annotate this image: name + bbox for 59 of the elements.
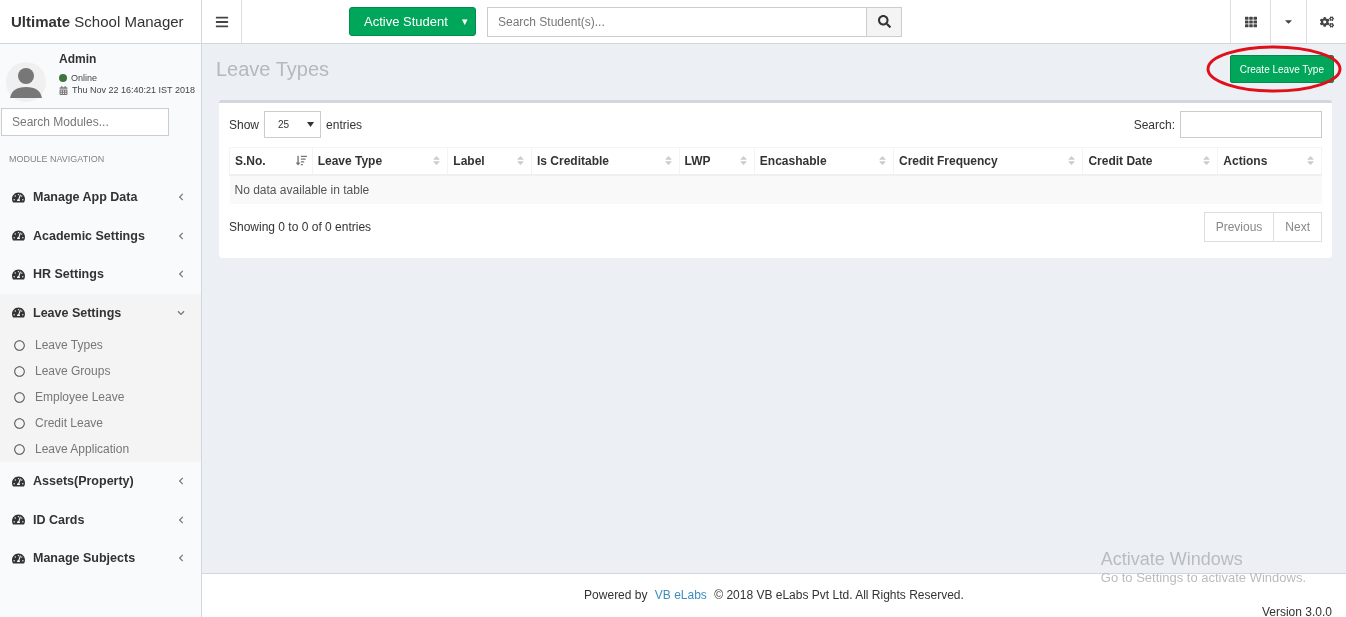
entries-label: entries — [326, 117, 363, 132]
footer-text: Powered by VB eLabs © 2018 VB eLabs Pvt Ltd. All Rights Reserved. — [584, 588, 964, 602]
chevron-icon — [177, 515, 185, 524]
column-header[interactable]: Actions — [1217, 147, 1322, 175]
chevron-icon — [177, 308, 185, 317]
dashboard-icon — [12, 513, 25, 527]
nav-subitem[interactable]: Leave Groups — [0, 358, 201, 384]
nav-item[interactable]: ID Cards — [0, 500, 201, 539]
dashboard-icon — [12, 190, 25, 204]
search-icon[interactable] — [867, 6, 902, 37]
chevron-icon — [177, 554, 185, 563]
nav-subitem[interactable]: Employee Leave — [0, 384, 201, 410]
nav-subitem[interactable]: Leave Application — [0, 436, 201, 462]
nav-item[interactable]: Assets(Property) — [0, 462, 201, 501]
dashboard-icon — [12, 267, 25, 281]
empty-message: No data available in table — [229, 174, 1322, 204]
nav-subitem[interactable]: Leave Types — [0, 332, 201, 358]
column-header[interactable]: Credit Frequency — [893, 147, 1083, 175]
calendar-icon — [59, 85, 68, 95]
module-search-field[interactable]: Search Modules... — [1, 108, 169, 136]
caret-icon — [307, 122, 315, 127]
dashboard-icon — [12, 551, 25, 565]
nav-item[interactable]: Academic Settings — [0, 216, 201, 255]
table-search-field[interactable] — [1180, 111, 1322, 138]
search-label: Search: — [1133, 117, 1175, 132]
nav-subitem[interactable]: Credit Leave — [0, 410, 201, 436]
date-time: Thu Nov 22 16:40:21 IST 2018 — [72, 84, 195, 96]
pagination-button[interactable]: Next — [1273, 211, 1322, 242]
chevron-icon — [177, 270, 185, 279]
app-logo[interactable]: Ultimate School Manager — [0, 0, 202, 43]
table-info: Showing 0 to 0 of 0 entries — [229, 219, 372, 234]
company-link[interactable]: VB eLabs — [654, 588, 707, 602]
chevron-icon — [177, 193, 185, 202]
dashboard-icon — [12, 306, 25, 320]
pagination-button[interactable]: Previous — [1203, 211, 1275, 242]
chevron-icon — [177, 231, 185, 240]
column-header[interactable]: LWP — [679, 147, 755, 175]
user-status: Online — [71, 72, 97, 84]
column-header[interactable]: Credit Date — [1082, 147, 1218, 175]
dashboard-icon — [12, 474, 25, 488]
page-size-select[interactable]: 25 — [264, 111, 322, 138]
chevron-icon — [177, 477, 185, 486]
version-text: Version 3.0.0 — [1261, 605, 1332, 617]
nav-item[interactable]: HR Settings — [0, 255, 201, 294]
show-label: Show — [229, 117, 260, 132]
column-header[interactable]: Encashable — [754, 147, 894, 175]
avatar-icon — [6, 62, 46, 102]
user-name: Admin — [59, 52, 98, 66]
nav-item[interactable]: Manage Subjects — [0, 539, 201, 578]
nav-item[interactable]: Leave Settings — [0, 293, 201, 332]
nav-heading: MODULE NAVIGATION — [8, 153, 106, 166]
column-header[interactable]: Leave Type — [312, 147, 448, 175]
nav-item[interactable]: Manage App Data — [0, 178, 201, 217]
column-header[interactable]: Label — [447, 147, 532, 175]
student-search-field[interactable]: Search Student(s)... — [487, 6, 867, 37]
column-header[interactable]: S.No. — [229, 147, 313, 175]
activation-text: Go to Settings to activate Windows. — [1100, 570, 1306, 585]
column-header[interactable]: Is Creditable — [531, 147, 680, 175]
dashboard-icon — [12, 229, 25, 243]
